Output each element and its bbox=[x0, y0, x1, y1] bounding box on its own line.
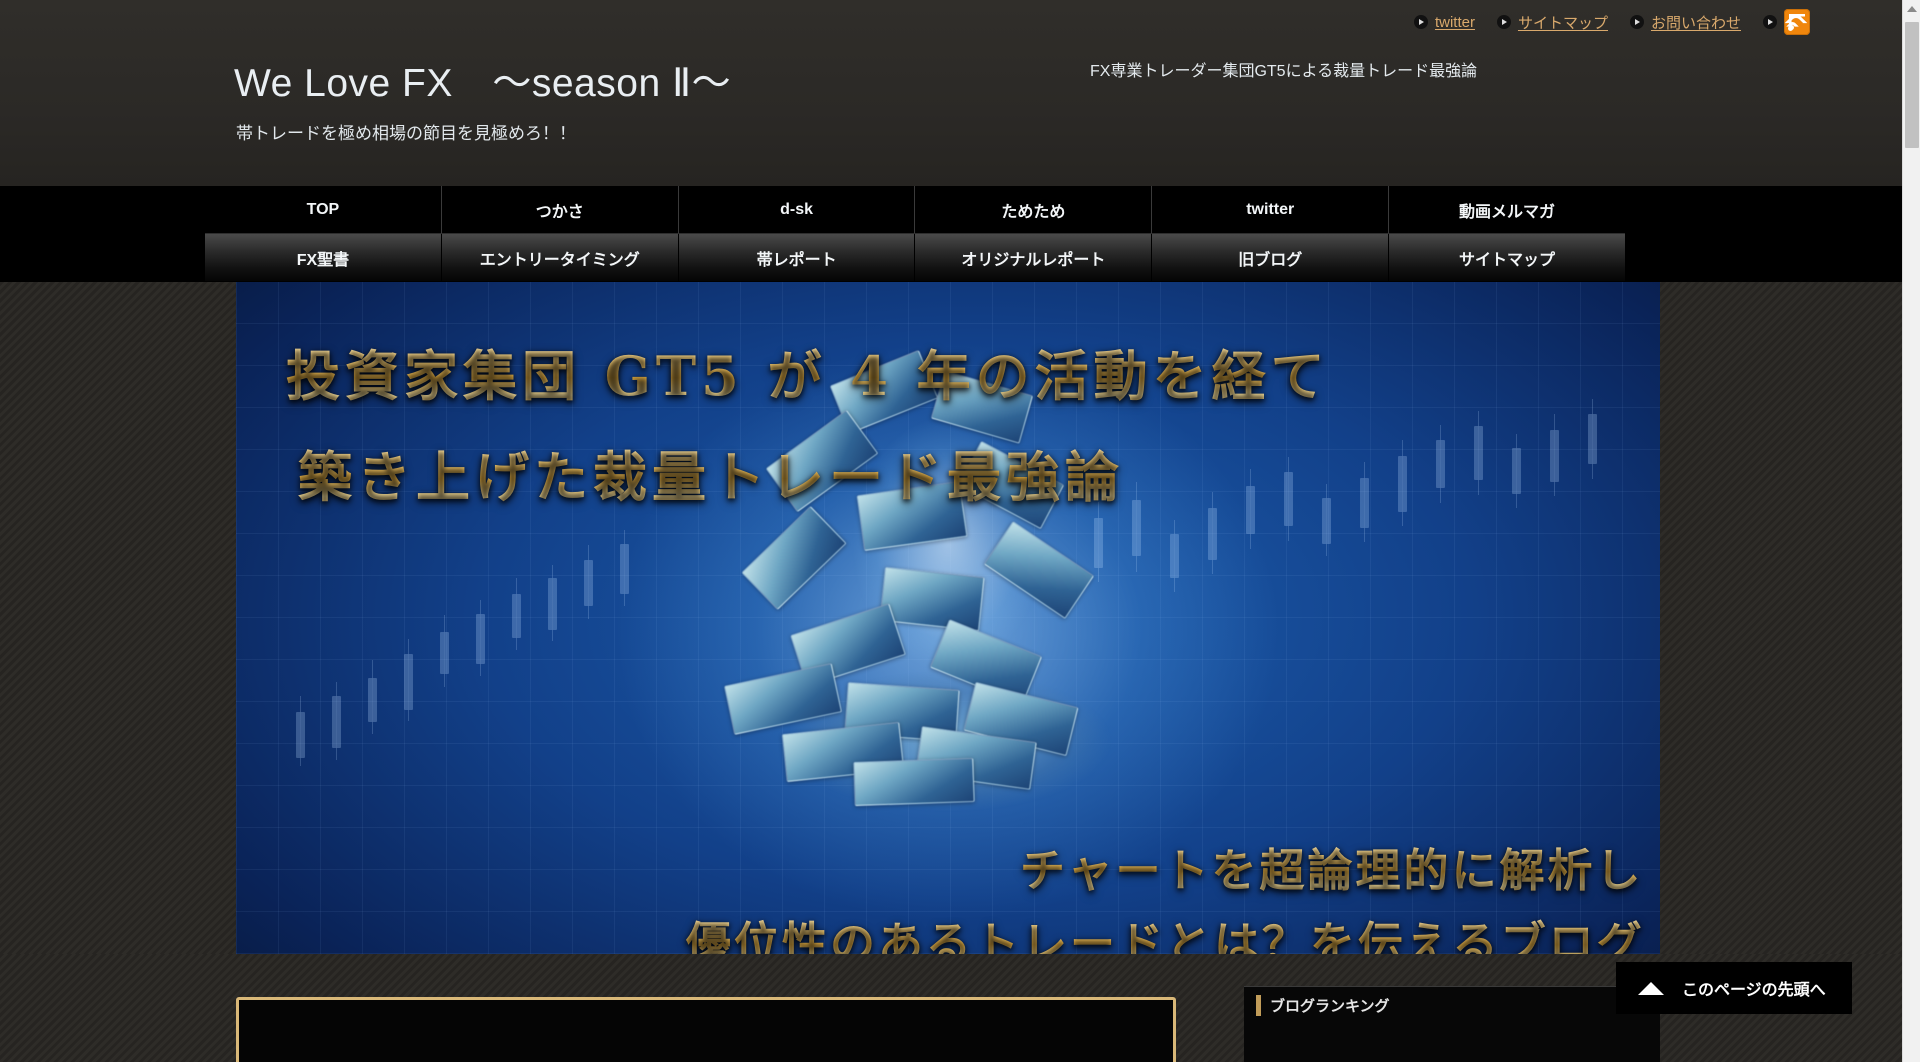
browser-scrollbar[interactable] bbox=[1902, 0, 1920, 1062]
nav-item-twitter[interactable]: twitter bbox=[1152, 186, 1390, 233]
scrollbar-up-arrow[interactable] bbox=[1903, 0, 1920, 18]
utility-links: twitter サイトマップ お問い合わせ bbox=[1413, 8, 1810, 36]
browser-viewport: twitter サイトマップ お問い合わせ We Love FX 〜season… bbox=[0, 0, 1902, 1062]
utility-link-label: twitter bbox=[1434, 13, 1475, 31]
sidebar-widget-title: ブログランキング bbox=[1256, 995, 1390, 1016]
nav-item-video-mailmag[interactable]: 動画メルマガ bbox=[1389, 186, 1625, 233]
nav-row-secondary: FX聖書 エントリータイミング 帯レポート オリジナルレポート 旧ブログ サイト… bbox=[205, 234, 1625, 282]
money-illustration bbox=[668, 350, 1228, 827]
nav-item-original-report[interactable]: オリジナルレポート bbox=[915, 234, 1153, 281]
hero-headline-1: 投資家集団 GT5 が 4 年の活動を経て bbox=[286, 332, 1330, 411]
site-header: twitter サイトマップ お問い合わせ We Love FX 〜season… bbox=[0, 0, 1902, 186]
nav-item-old-blog[interactable]: 旧ブログ bbox=[1152, 234, 1390, 281]
utility-link-twitter[interactable]: twitter bbox=[1413, 13, 1475, 31]
hero-bg-left bbox=[0, 282, 236, 954]
hero-subline-1: チャートを超論理的に解析し bbox=[1020, 834, 1644, 899]
back-to-top-label: このページの先頭へ bbox=[1682, 982, 1826, 999]
utility-link-rss[interactable] bbox=[1763, 9, 1810, 35]
main-navigation: TOP つかさ d-sk ためため twitter 動画メルマガ FX聖書 エン… bbox=[0, 186, 1902, 282]
nav-item-sitemap[interactable]: サイトマップ bbox=[1389, 234, 1625, 281]
nav-row-primary: TOP つかさ d-sk ためため twitter 動画メルマガ bbox=[205, 186, 1625, 234]
back-to-top-button[interactable]: このページの先頭へ bbox=[1616, 962, 1852, 1014]
site-description: FX専業トレーダー集団GT5による裁量トレード最強論 bbox=[1090, 63, 1478, 80]
nav-item-fx-bible[interactable]: FX聖書 bbox=[205, 234, 442, 281]
hero-slide[interactable]: 投資家集団 GT5 が 4 年の活動を経て 築き上げた裁量トレード最強論 チャー… bbox=[236, 282, 1660, 954]
nav-item-top[interactable]: TOP bbox=[205, 186, 442, 233]
hero-subline-2: 優位性のあるトレードとは？を伝えるブログ bbox=[686, 907, 1645, 954]
utility-link-label: お問い合わせ bbox=[1650, 14, 1741, 32]
nav-item-obi-report[interactable]: 帯レポート bbox=[679, 234, 916, 281]
arrow-bullet-icon bbox=[1629, 15, 1644, 29]
nav-item-d-sk[interactable]: d-sk bbox=[679, 186, 916, 233]
nav-item-entry-timing[interactable]: エントリータイミング bbox=[442, 234, 679, 281]
arrow-bullet-icon bbox=[1413, 15, 1428, 29]
chevron-up-icon bbox=[1638, 981, 1664, 995]
rss-icon bbox=[1784, 9, 1810, 35]
sidebar-panel: ブログランキング bbox=[1244, 986, 1660, 1062]
arrow-bullet-icon bbox=[1763, 15, 1777, 29]
nav-item-tametame[interactable]: ためため bbox=[915, 186, 1153, 233]
main-content-panel bbox=[236, 997, 1176, 1062]
nav-item-tsukasa[interactable]: つかさ bbox=[442, 186, 679, 233]
utility-link-label: サイトマップ bbox=[1517, 14, 1608, 32]
site-title[interactable]: We Love FX 〜season Ⅱ〜 bbox=[234, 52, 731, 108]
chevron-up-icon bbox=[1907, 6, 1917, 12]
site-tagline: 帯トレードを極め相場の節目を見極めろ！！ bbox=[236, 124, 576, 143]
utility-link-contact[interactable]: お問い合わせ bbox=[1629, 12, 1741, 33]
utility-link-sitemap[interactable]: サイトマップ bbox=[1496, 12, 1608, 33]
hero-headline-2: 築き上げた裁量トレード最強論 bbox=[298, 433, 1124, 512]
hero-section: 投資家集団 GT5 が 4 年の活動を経て 築き上げた裁量トレード最強論 チャー… bbox=[0, 282, 1902, 954]
page-root: twitter サイトマップ お問い合わせ We Love FX 〜season… bbox=[0, 0, 1920, 1062]
arrow-bullet-icon bbox=[1496, 15, 1511, 29]
scrollbar-thumb[interactable] bbox=[1905, 22, 1919, 148]
